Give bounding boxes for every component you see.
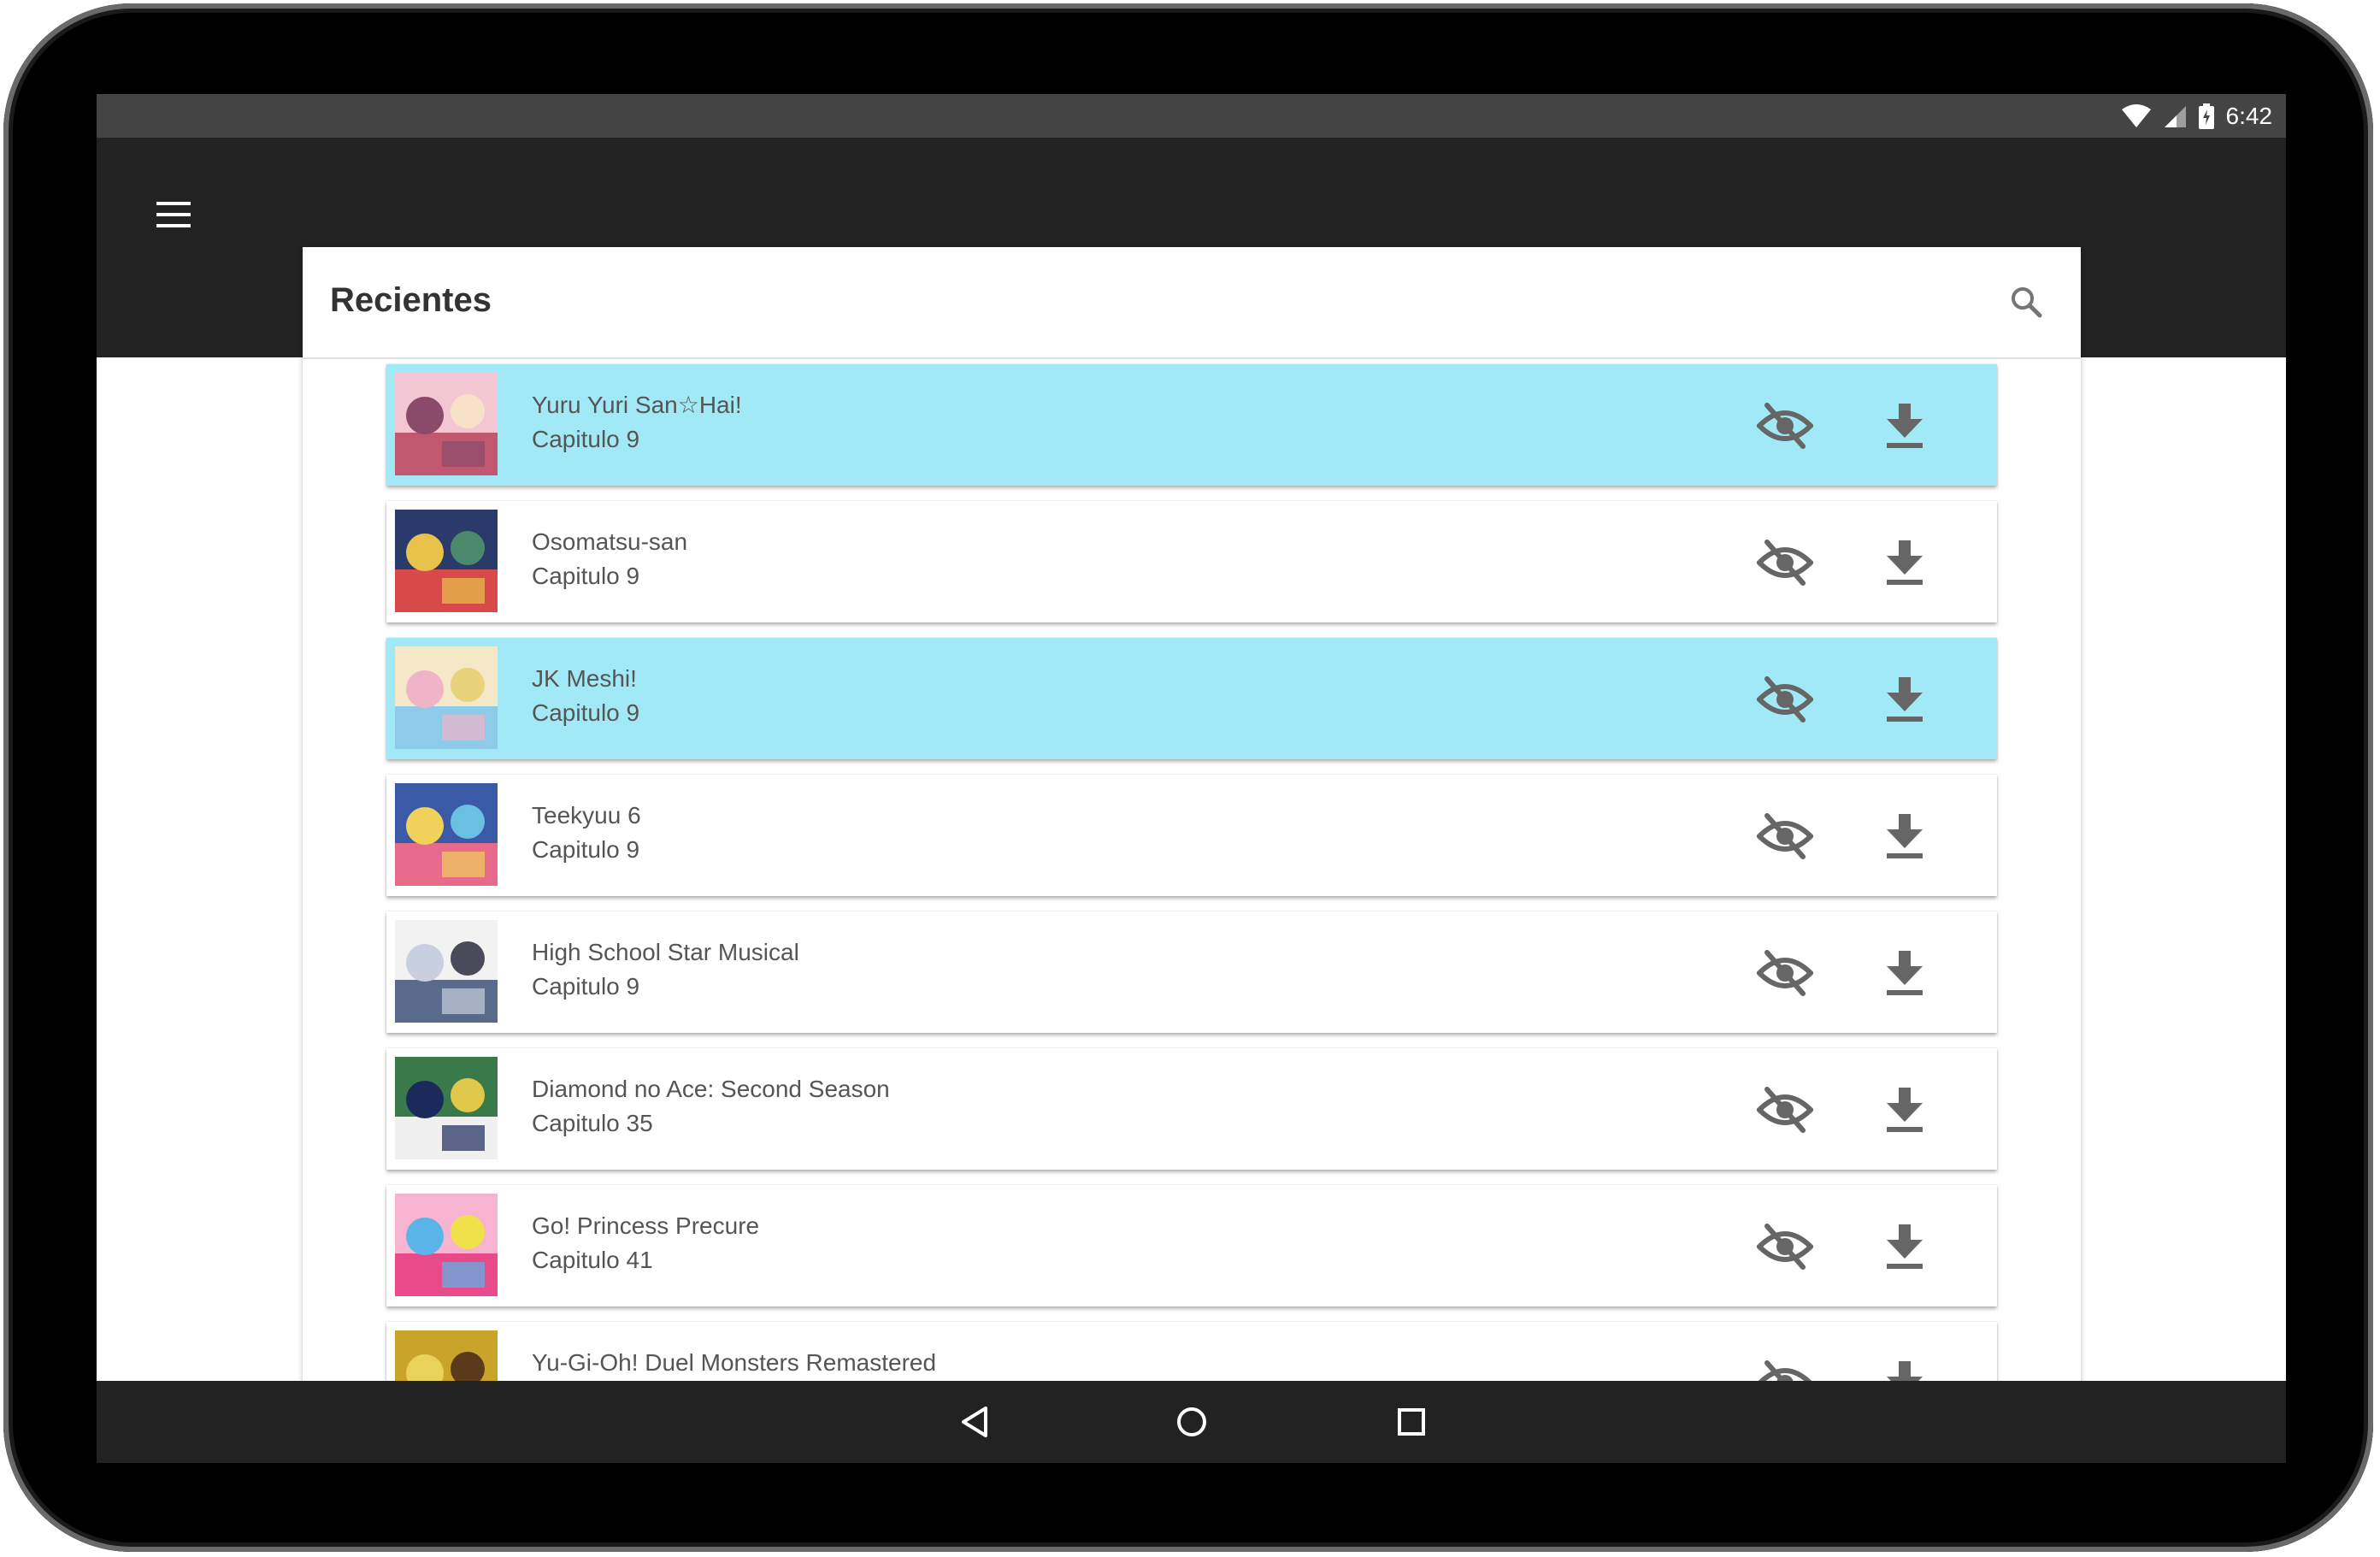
list-item[interactable]: Osomatsu-san Capitulo 9 [386,501,1997,622]
home-button[interactable] [1161,1391,1222,1453]
download-icon [1887,540,1923,585]
eye-off-icon [1757,676,1813,722]
status-bar: 6:42 [97,94,2286,138]
item-title: Osomatsu-san [532,528,688,555]
download-button[interactable] [1877,532,1932,593]
navigation-bar [97,1381,2286,1463]
download-button[interactable] [1877,669,1932,730]
recent-card: Recientes Yuru Yuri San☆Hai! Capitulo 9 [303,247,2081,1463]
eye-off-icon [1757,813,1813,859]
item-subtitle: Capitulo 9 [532,699,640,726]
item-title: Teekyuu 6 [532,802,641,829]
mark-seen-button[interactable] [1754,532,1816,593]
item-subtitle: Capitulo 9 [532,563,640,589]
mark-seen-button[interactable] [1754,1079,1816,1141]
download-icon [1887,1224,1923,1269]
eye-off-icon [1757,540,1813,586]
download-icon [1887,677,1923,722]
download-icon [1887,404,1923,448]
list-item[interactable]: Teekyuu 6 Capitulo 9 [386,775,1997,896]
page-title: Recientes [330,281,492,319]
mark-seen-button[interactable] [1754,1216,1816,1277]
item-subtitle: Capitulo 9 [532,973,640,1000]
item-title: High School Star Musical [532,939,799,965]
item-subtitle: Capitulo 9 [532,836,640,863]
item-title: JK Meshi! [532,665,637,692]
menu-button[interactable] [139,180,208,249]
back-icon [962,1407,987,1437]
recents-icon [1398,1408,1425,1436]
wifi-icon [2121,103,2151,127]
list-item[interactable]: High School Star Musical Capitulo 9 [386,911,1997,1033]
item-title: Go! Princess Precure [532,1212,760,1239]
download-icon [1887,814,1923,858]
screen: 6:42 Recientes Yuru Yuri San☆Hai! Capitu… [97,94,2286,1463]
download-button[interactable] [1877,395,1932,457]
item-title: Diamond no Ace: Second Season [532,1076,890,1102]
mark-seen-button[interactable] [1754,942,1816,1004]
mark-seen-button[interactable] [1754,805,1816,867]
mark-seen-button[interactable] [1754,669,1816,730]
search-button[interactable] [2002,278,2050,326]
anime-thumbnail [395,646,498,749]
download-button[interactable] [1877,942,1932,1004]
back-button[interactable] [945,1391,1006,1453]
anime-thumbnail [395,783,498,886]
list-item[interactable]: Go! Princess Precure Capitulo 41 [386,1185,1997,1306]
anime-thumbnail [395,510,498,612]
hamburger-menu-icon [156,202,191,227]
mark-seen-button[interactable] [1754,395,1816,457]
anime-thumbnail [395,1057,498,1159]
home-icon [1177,1407,1206,1436]
download-button[interactable] [1877,1216,1932,1277]
eye-off-icon [1757,403,1813,449]
item-subtitle: Capitulo 41 [532,1247,653,1273]
status-time: 6:42 [2225,102,2273,129]
list-item[interactable]: Diamond no Ace: Second Season Capitulo 3… [386,1048,1997,1170]
card-header: Recientes [303,247,2081,359]
eye-off-icon [1757,1087,1813,1133]
anime-thumbnail [395,1194,498,1296]
signal-icon [2164,105,2186,127]
download-button[interactable] [1877,805,1932,867]
battery-charging-icon [2198,103,2214,129]
anime-thumbnail [395,373,498,475]
download-button[interactable] [1877,1079,1932,1141]
download-icon [1887,951,1923,995]
list-item[interactable]: Yuru Yuri San☆Hai! Capitulo 9 [386,364,1997,486]
recents-button[interactable] [1381,1391,1442,1453]
item-subtitle: Capitulo 35 [532,1110,653,1136]
item-subtitle: Capitulo 9 [532,426,640,452]
eye-off-icon [1757,950,1813,996]
item-title: Yuru Yuri San☆Hai! [532,392,742,418]
item-title: Yu-Gi-Oh! Duel Monsters Remastered [532,1349,937,1376]
search-icon [2012,287,2042,318]
download-icon [1887,1088,1923,1132]
anime-thumbnail [395,920,498,1023]
eye-off-icon [1757,1224,1813,1270]
list-item[interactable]: JK Meshi! Capitulo 9 [386,638,1997,759]
